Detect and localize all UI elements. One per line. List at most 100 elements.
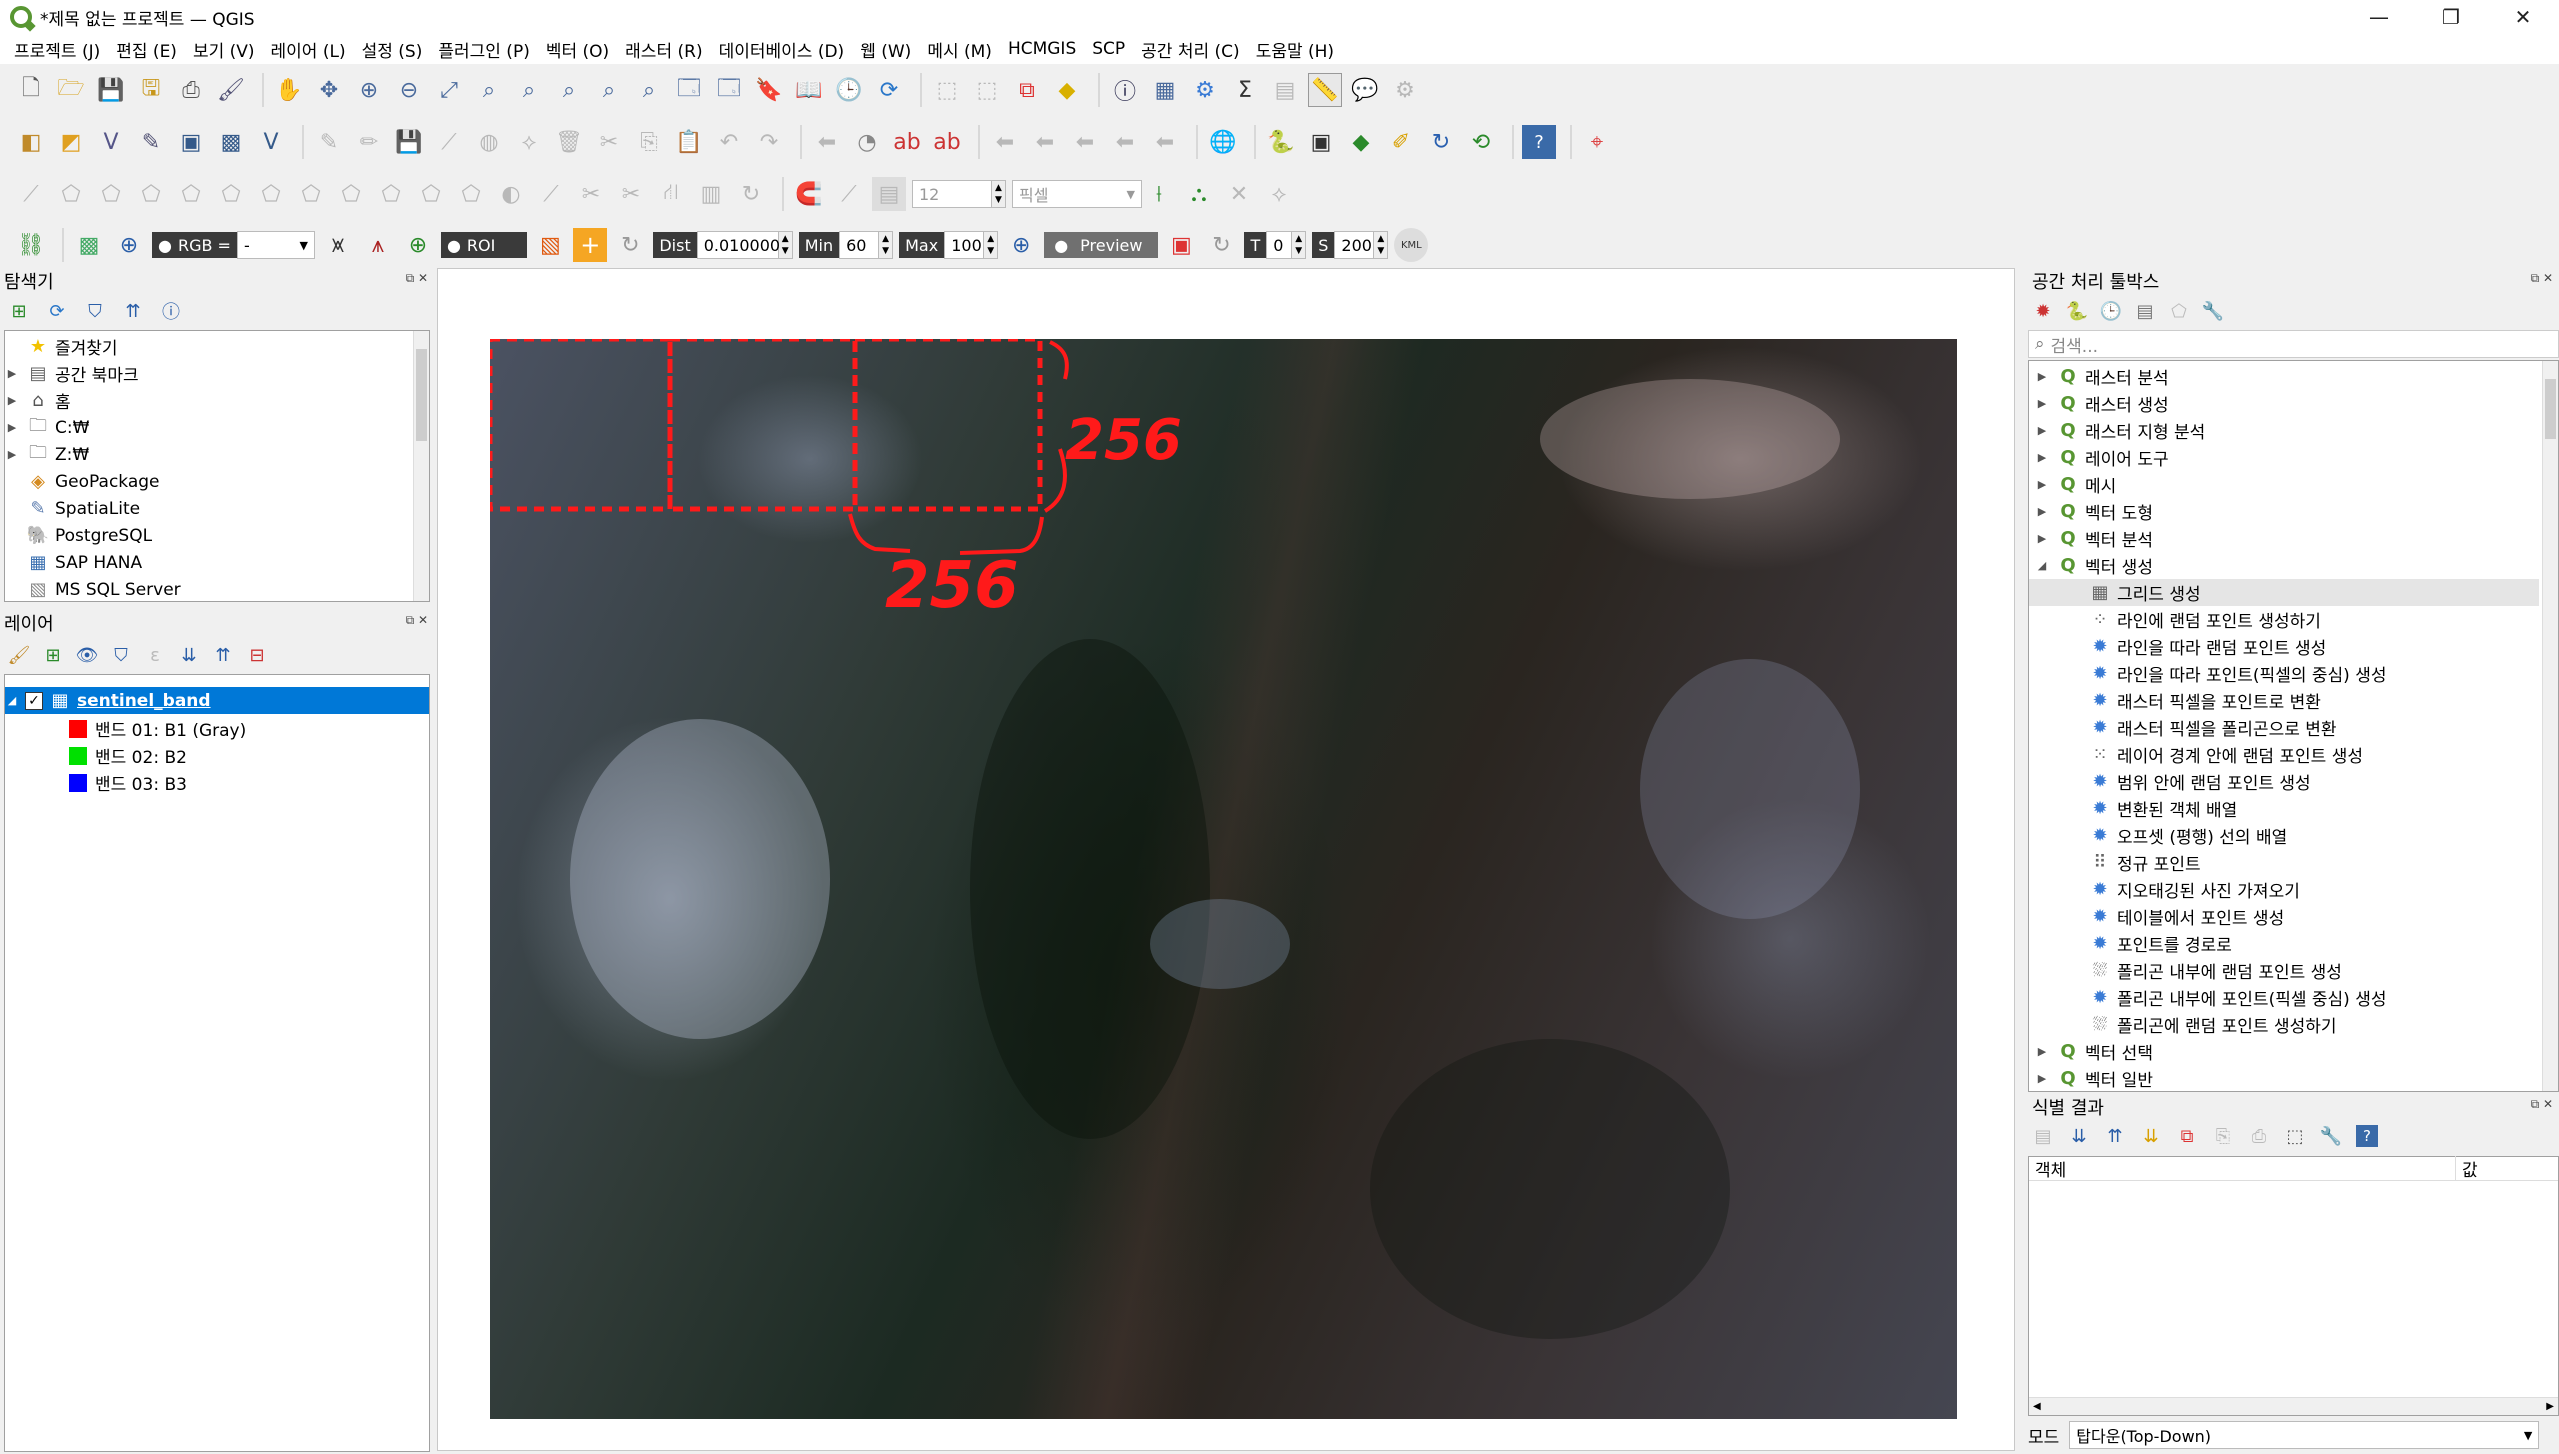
browser-item[interactable]: ▧ MS SQL Server (5, 576, 180, 601)
expand-new-results-icon[interactable]: ⇊ (2140, 1125, 2162, 1147)
expand-arrow-icon[interactable]: ▶ (2035, 478, 2049, 491)
dist-spinbox[interactable]: 0.010000 ▲ ▼ (696, 231, 793, 259)
menu-item[interactable]: 벡터 (O) (538, 37, 617, 62)
spin-arrows-icon[interactable]: ▲ ▼ (992, 180, 1006, 208)
processing-algorithm[interactable]: ⛆ 폴리곤 내부에 랜덤 포인트 생성 (2089, 957, 2342, 984)
processing-algorithm[interactable]: ✹ 라인을 따라 포인트(픽셀의 중심) 생성 (2089, 660, 2386, 687)
menu-item[interactable]: 보기 (V) (185, 37, 263, 62)
unit-select[interactable]: 픽셀 ▼ (1012, 180, 1142, 208)
zoom-full-icon[interactable]: ⤢ (432, 73, 466, 107)
spin-arrows-icon[interactable]: ▲ ▼ (984, 231, 999, 259)
identify-form-icon[interactable]: ▤ (2032, 1125, 2054, 1147)
rgb-select[interactable]: - ▼ (236, 231, 315, 259)
map-tips-icon[interactable]: 💬 (1348, 73, 1382, 107)
mode-select[interactable]: 탑다운(Top-Down) ▼ (2069, 1421, 2540, 1449)
processing-search-box[interactable]: ⌕ 검색... (2028, 330, 2559, 358)
redo-icon[interactable]: ↷ (752, 125, 786, 159)
label-abc2-icon[interactable]: ab (930, 125, 964, 159)
expand-arrow-icon[interactable]: ▶ (2035, 424, 2049, 437)
scp-zoom-roi-icon[interactable]: ⊕ (401, 228, 435, 262)
offset-curve-icon[interactable]: ◐ (494, 177, 528, 211)
info-icon[interactable]: ⓘ (160, 300, 182, 323)
s-value[interactable]: 200 (1334, 231, 1375, 259)
expand-tree-icon[interactable]: ⇊ (2068, 1125, 2090, 1147)
topology-checker-icon[interactable]: ⟊ (1142, 177, 1176, 211)
processing-algorithm[interactable]: ✹ 포인트를 경로로 (2089, 930, 2231, 957)
scale-feature-icon[interactable]: ⬠ (174, 177, 208, 211)
label-toolbar-icon[interactable]: ⬅ (810, 125, 844, 159)
processing-algorithm[interactable]: ✹ 지오태깅된 사진 가져오기 (2089, 876, 2299, 903)
expand-arrow-icon[interactable]: ▶ (2035, 1045, 2049, 1058)
font-size-spinbox[interactable]: 12 ▲ ▼ (912, 180, 1006, 208)
close-button[interactable]: ✕ (2487, 0, 2559, 34)
scp-redo-preview-icon[interactable]: ↻ (1204, 228, 1238, 262)
add-delimited-text-icon[interactable]: V (94, 125, 128, 159)
browser-item[interactable]: 🐘 PostgreSQL (5, 522, 152, 549)
digitize-icon[interactable]: ⟋ (14, 177, 48, 211)
font-size-value[interactable]: 12 (912, 180, 992, 208)
zoom-native-icon[interactable]: ⌕ (552, 73, 586, 107)
add-selected-layers-icon[interactable]: ⊞ (8, 300, 30, 322)
scp-classification-preview-icon[interactable]: ▣ (1164, 228, 1198, 262)
min-value[interactable]: 60 (839, 231, 880, 259)
filter-icon[interactable]: ⛉ (84, 300, 106, 322)
history-icon[interactable]: 🕒 (2100, 300, 2122, 322)
collapse-all-icon[interactable]: ⇈ (212, 644, 234, 666)
select-value-icon[interactable]: ⬚ (970, 73, 1004, 107)
models-icon[interactable]: ✹ (2032, 300, 2054, 322)
options-wrench-icon[interactable]: 🔧 (2202, 300, 2224, 322)
browser-item[interactable]: ◈ GeoPackage (5, 468, 159, 495)
python-console-icon[interactable]: 🐍 (1264, 125, 1298, 159)
copy-feature-icon[interactable]: ⎘ (2212, 1125, 2234, 1147)
expand-arrow-icon[interactable]: ▶ (5, 394, 19, 407)
move-label-icon[interactable]: ⬅ (1068, 125, 1102, 159)
processing-algorithm[interactable]: ✹ 오프셋 (평행) 선의 배열 (2089, 822, 2287, 849)
processing-algorithm[interactable]: ✹ 변환된 객체 배열 (2089, 795, 2237, 822)
save-as-icon[interactable]: 🖫 (134, 73, 168, 107)
vertex-tool-icon[interactable]: ◍ (472, 125, 506, 159)
panel-float-close-icon[interactable]: ⧉ ✕ (2531, 1097, 2553, 1112)
max-value[interactable]: 100 (944, 231, 985, 259)
save-edits-icon[interactable]: 💾 (392, 125, 426, 159)
refresh-icon[interactable]: ⟳ (46, 300, 68, 322)
split-features-icon[interactable]: ✂ (574, 177, 608, 211)
zoom-next-icon[interactable]: ⌕ (632, 73, 666, 107)
scp-dock-icon[interactable]: ⛓ (14, 228, 48, 262)
browser-item[interactable]: ▶ 🗀 C:₩ (5, 414, 90, 441)
scp-standard-deviation-icon[interactable]: ⩚ (361, 228, 395, 262)
menu-item[interactable]: 레이어 (L) (263, 37, 354, 62)
delete-selected-icon[interactable]: 🗑 (552, 125, 586, 159)
refresh-icon[interactable]: ⟳ (872, 73, 906, 107)
reshape-icon[interactable]: ⬠ (454, 177, 488, 211)
rotate-feature-icon[interactable]: ⬠ (134, 177, 168, 211)
text-annotation-icon[interactable]: ⚙ (1388, 73, 1422, 107)
processing-algorithm[interactable]: ✹ 래스터 픽셀을 포인트로 변환 (2089, 687, 2320, 714)
scp-roi-pointer-icon[interactable]: ▧ (533, 228, 567, 262)
fill-ring-icon[interactable]: ⬠ (334, 177, 368, 211)
add-vector-layer-icon[interactable]: ◩ (54, 125, 88, 159)
merge-attributes-icon[interactable]: ▥ (694, 177, 728, 211)
expand-arrow-icon[interactable]: ▶ (2035, 532, 2049, 545)
processing-group[interactable]: ▶ Q 벡터 일반 (2035, 1065, 2153, 1091)
menu-item[interactable]: 메시 (M) (919, 37, 1000, 62)
add-ring-icon[interactable]: ⬠ (254, 177, 288, 211)
scp-zoom-input-icon[interactable]: ⊕ (112, 228, 146, 262)
show-bookmarks-icon[interactable]: 📖 (792, 73, 826, 107)
processing-algorithm[interactable]: ✹ 범위 안에 랜덤 포인트 생성 (2089, 768, 2310, 795)
menu-item[interactable]: 편집 (E) (108, 37, 185, 62)
help-icon[interactable]: ? (2356, 1125, 2378, 1147)
spin-arrows-icon[interactable]: ▲ ▼ (879, 231, 894, 259)
menu-item[interactable]: 플러그인 (P) (430, 37, 537, 62)
field-calculator-icon[interactable]: ▤ (1268, 73, 1302, 107)
modify-attributes-icon[interactable]: ⟡ (512, 125, 546, 159)
rotate-symbols-icon[interactable]: ↻ (734, 177, 768, 211)
processing-algorithm[interactable]: ⛆ 폴리곤에 랜덤 포인트 생성하기 (2089, 1011, 2337, 1038)
plugin-icon[interactable]: ▣ (1304, 125, 1338, 159)
panel-float-close-icon[interactable]: ⧉ ✕ (406, 271, 428, 286)
new-3d-view-icon[interactable]: 🗔 (712, 73, 746, 107)
t-spinbox[interactable]: 0 ▲ ▼ (1266, 231, 1307, 259)
help-icon[interactable]: ? (1522, 125, 1556, 159)
browser-item[interactable]: ▶ ⌂ 홈 (5, 387, 71, 414)
filter-legend-icon[interactable]: ⛉ (110, 644, 132, 666)
s-spinbox[interactable]: 200 ▲ ▼ (1334, 231, 1389, 259)
